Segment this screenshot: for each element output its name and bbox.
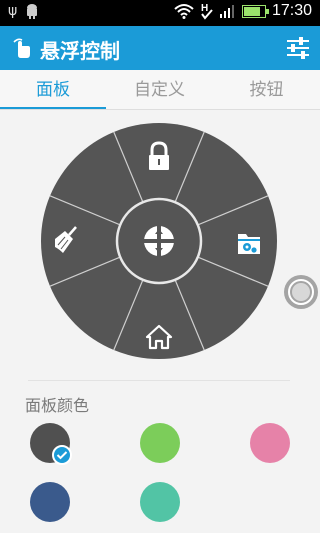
svg-text:H: H — [201, 3, 208, 14]
color-swatch-green[interactable] — [140, 423, 180, 463]
tab-button[interactable]: 按钮 — [213, 70, 320, 110]
color-swatch-pink[interactable] — [250, 423, 290, 463]
sliders-settings-button[interactable] — [284, 34, 312, 62]
network-h-icon: H — [201, 3, 213, 20]
android-debug-icon — [27, 4, 38, 19]
selected-check-icon — [52, 445, 72, 465]
floating-ball-button[interactable] — [283, 274, 319, 310]
action-bar: 悬浮控制 — [0, 26, 320, 70]
tab-panel[interactable]: 面板 — [0, 70, 106, 110]
status-bar: ψ H 17:30 — [0, 0, 320, 26]
status-right-icons: H 17:30 — [174, 2, 312, 20]
touch-hand-icon[interactable] — [10, 36, 34, 60]
color-swatch-dark-gray[interactable] — [30, 423, 72, 465]
floating-panel-preview — [41, 123, 277, 359]
tab-custom[interactable]: 自定义 — [106, 70, 213, 110]
color-swatch-navy[interactable] — [30, 482, 70, 522]
panel-color-heading: 面板颜色 — [25, 396, 90, 415]
usb-icon: ψ — [8, 3, 18, 19]
status-left-icons: ψ — [8, 3, 39, 19]
battery-icon — [241, 4, 269, 18]
tab-bar: 面板 自定义 按钮 — [0, 70, 320, 110]
section-divider — [28, 380, 290, 381]
app-title: 悬浮控制 — [40, 39, 120, 63]
folder-settings-icon[interactable] — [238, 234, 260, 254]
wifi-icon — [174, 4, 194, 19]
status-time: 17:30 — [271, 2, 312, 19]
color-swatch-teal[interactable] — [140, 482, 180, 522]
signal-icon — [219, 5, 234, 18]
tab-divider — [0, 109, 320, 110]
